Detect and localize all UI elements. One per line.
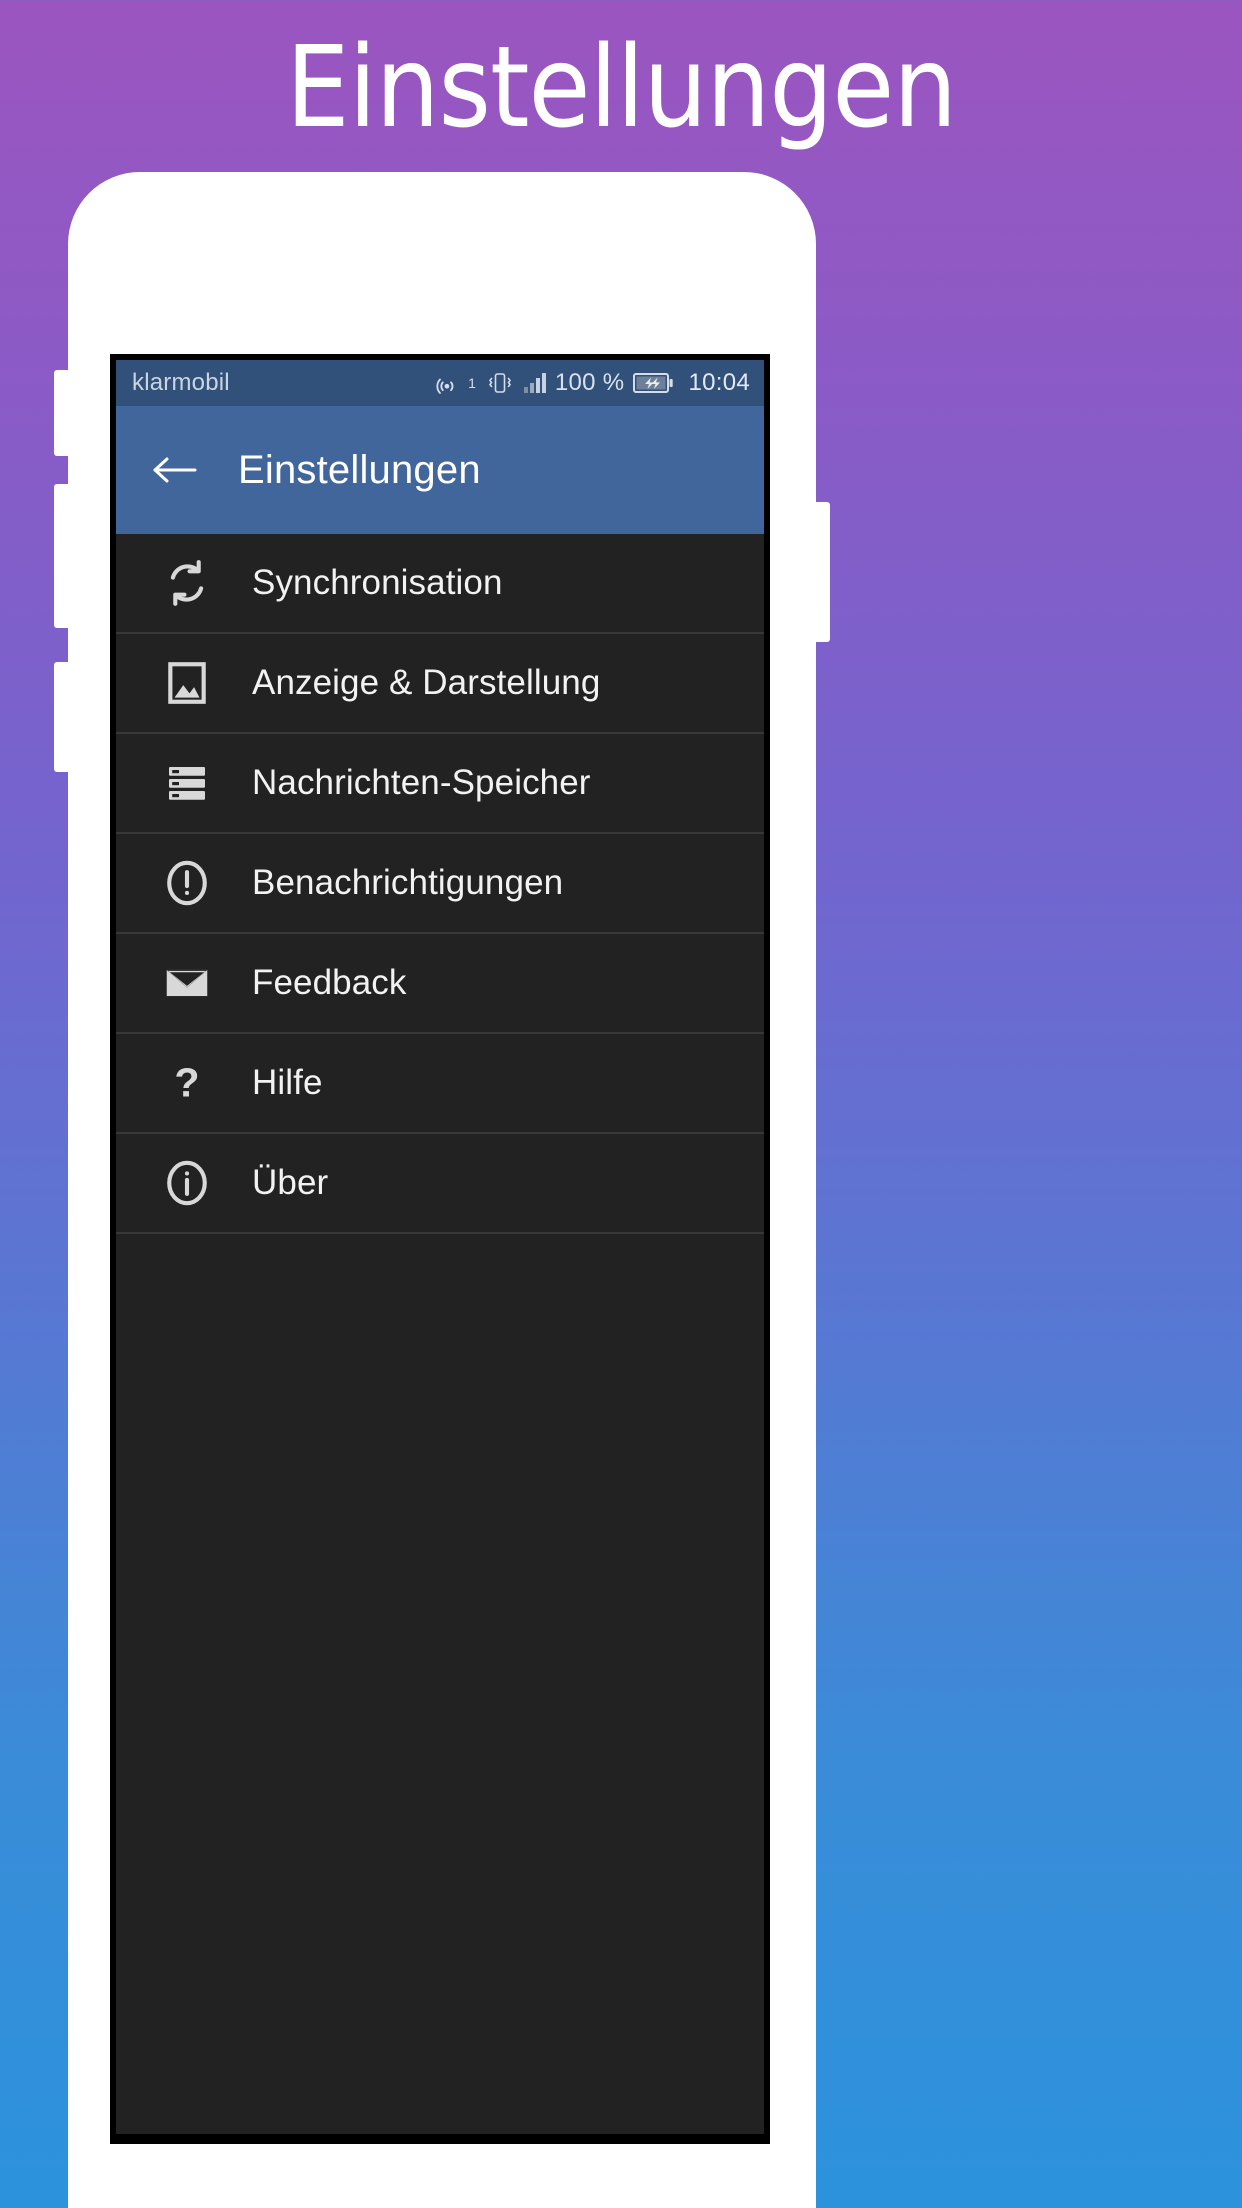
- mute-button[interactable]: [54, 662, 70, 772]
- question-mark-icon: ?: [144, 1057, 230, 1109]
- battery-percent-label: 100 %: [554, 369, 625, 396]
- list-item-anzeige-darstellung[interactable]: Anzeige & Darstellung: [116, 634, 764, 734]
- list-item-label: Über: [252, 1163, 329, 1202]
- page-title: Einstellungen: [285, 23, 957, 153]
- settings-list: Synchronisation Anzeige & Darstellung Na…: [116, 534, 764, 2134]
- vibrate-icon: [485, 370, 515, 396]
- list-item-label: Nachrichten-Speicher: [252, 763, 591, 802]
- envelope-icon: [144, 956, 230, 1010]
- status-bar: klarmobil 1 100 % 10:04: [116, 360, 764, 406]
- info-circle-icon: [144, 1157, 230, 1209]
- list-item-nachrichten-speicher[interactable]: Nachrichten-Speicher: [116, 734, 764, 834]
- storage-icon: [144, 759, 230, 807]
- carrier-label: klarmobil: [132, 369, 230, 396]
- sync-icon: [144, 557, 230, 609]
- list-item-label: Synchronisation: [252, 563, 503, 602]
- list-item-synchronisation[interactable]: Synchronisation: [116, 534, 764, 634]
- signal-bars-icon: [523, 373, 546, 393]
- list-item-ueber[interactable]: Über: [116, 1134, 764, 1234]
- list-item-label: Anzeige & Darstellung: [252, 663, 601, 702]
- app-bar: Einstellungen: [116, 406, 764, 534]
- power-button[interactable]: [814, 502, 830, 642]
- hotspot-badge: 1: [468, 375, 476, 391]
- list-item-label: Feedback: [252, 963, 407, 1002]
- volume-down-button[interactable]: [54, 484, 70, 628]
- battery-charging-icon: [633, 371, 675, 395]
- phone-screen: klarmobil 1 100 % 10:04 Einstellungen Sy…: [110, 354, 770, 2144]
- svg-text:?: ?: [174, 1059, 199, 1105]
- alert-circle-icon: [144, 857, 230, 909]
- list-item-label: Hilfe: [252, 1063, 323, 1102]
- clock-label: 10:04: [688, 369, 750, 396]
- list-item-feedback[interactable]: Feedback: [116, 934, 764, 1034]
- list-item-benachrichtigungen[interactable]: Benachrichtigungen: [116, 834, 764, 934]
- volume-up-button[interactable]: [54, 370, 70, 456]
- hotspot-icon: [434, 370, 462, 396]
- back-arrow-icon[interactable]: [146, 442, 202, 498]
- phone-mockup: klarmobil 1 100 % 10:04 Einstellungen Sy…: [54, 172, 830, 2208]
- image-icon: [144, 658, 230, 708]
- list-item-hilfe[interactable]: ? Hilfe: [116, 1034, 764, 1134]
- app-bar-title: Einstellungen: [238, 447, 481, 492]
- list-item-label: Benachrichtigungen: [252, 863, 564, 902]
